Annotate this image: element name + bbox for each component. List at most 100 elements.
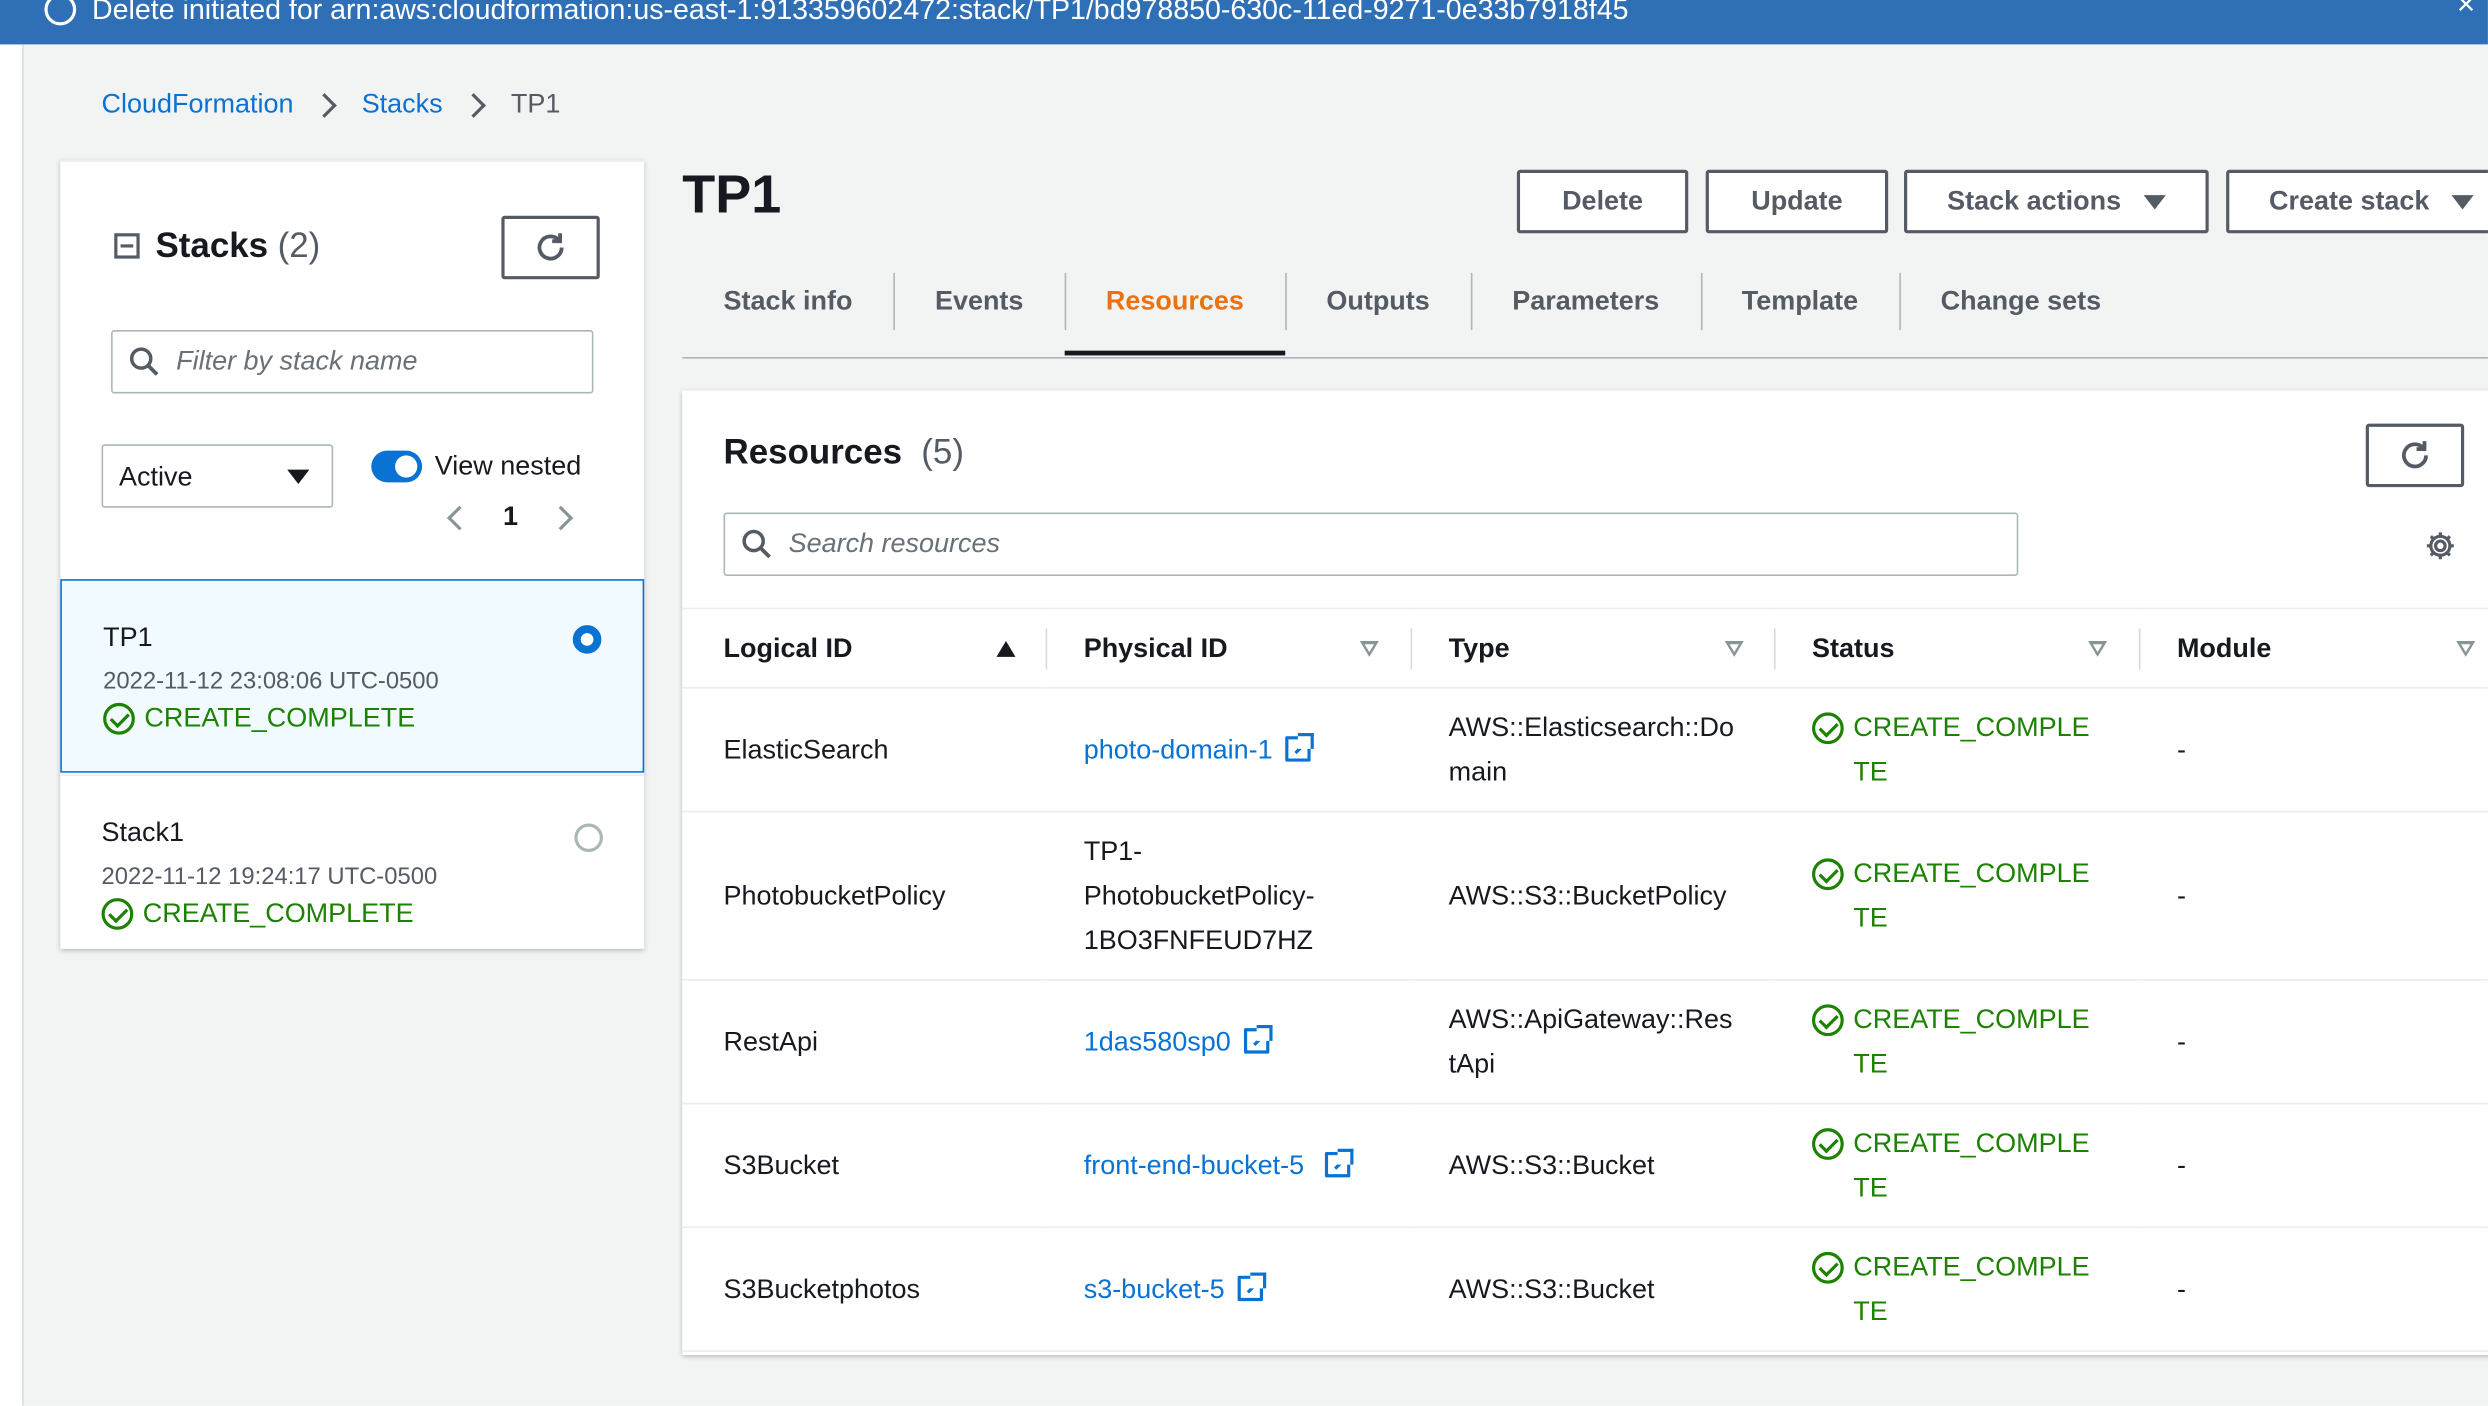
external-link-icon — [1237, 1271, 1266, 1301]
refresh-stacks-button[interactable] — [501, 215, 600, 280]
column-header-status[interactable]: Status — [1773, 607, 2139, 689]
column-divider — [1045, 628, 1048, 670]
physical-id-cell: 1das580sp0 — [1045, 979, 1411, 1105]
module-cell: - — [2138, 811, 2488, 981]
check-circle-icon — [1812, 857, 1844, 890]
gear-icon[interactable] — [2424, 530, 2456, 562]
column-label: Status — [1812, 632, 1895, 663]
caret-down-icon — [2451, 194, 2474, 209]
physical-id-link[interactable]: 1das580sp0 — [1084, 1024, 1272, 1056]
sort-icon[interactable] — [1724, 641, 1744, 657]
stack-list-item[interactable]: Stack1 2022-11-12 19:24:17 UTC-0500 CREA… — [60, 774, 645, 968]
type-cell: AWS::Elasticsearch::Domain — [1410, 687, 1774, 813]
flash-text: Delete initiated for arn:aws:cloudformat… — [92, 0, 1629, 26]
check-circle-icon — [1812, 1251, 1844, 1283]
column-divider — [1773, 628, 1776, 670]
physical-id-link[interactable]: s3-bucket-5 — [1084, 1271, 1266, 1303]
module-cell: - — [2138, 979, 2488, 1105]
refresh-resources-button[interactable] — [2365, 423, 2465, 488]
type-cell: AWS::S3::Bucket — [1410, 1103, 1774, 1229]
create-stack-button[interactable]: Create stack — [2226, 169, 2488, 234]
filter-stack-input[interactable]: Filter by stack name — [111, 330, 594, 394]
stack-created-date: 2022-11-12 23:08:06 UTC-0500 — [103, 668, 439, 695]
chevron-left-icon[interactable] — [447, 504, 472, 530]
column-divider — [1410, 628, 1413, 670]
view-nested-toggle[interactable] — [371, 450, 423, 483]
tab-events[interactable]: Events — [893, 267, 1065, 356]
stack-created-date: 2022-11-12 19:24:17 UTC-0500 — [101, 863, 438, 891]
tab-parameters[interactable]: Parameters — [1471, 267, 1700, 356]
external-link-icon — [1243, 1024, 1272, 1053]
column-header-type[interactable]: Type — [1410, 607, 1774, 689]
search-placeholder: Search resources — [788, 528, 1000, 559]
breadcrumb-cloudformation[interactable]: CloudFormation — [102, 89, 294, 121]
delete-button-label: Delete — [1562, 185, 1644, 216]
chevron-right-icon — [312, 92, 337, 118]
type-cell: AWS::ApiGateway::RestApi — [1410, 979, 1774, 1105]
close-icon[interactable]: × — [2457, 0, 2476, 24]
sort-icon[interactable] — [2088, 641, 2108, 657]
check-circle-icon — [1812, 1127, 1844, 1160]
logical-id-cell: ElasticSearch — [682, 687, 1046, 813]
caret-down-icon — [2143, 194, 2166, 209]
stacks-count: (2) — [277, 225, 321, 265]
physical-id-link[interactable]: photo-domain-1 — [1084, 732, 1314, 764]
stack-list-item[interactable]: TP1 2022-11-12 23:08:06 UTC-0500 CREATE_… — [60, 579, 645, 773]
update-button[interactable]: Update — [1705, 169, 1889, 234]
stack-status-text: CREATE_COMPLETE — [144, 702, 416, 734]
column-label: Logical ID — [723, 632, 853, 663]
collapse-icon[interactable] — [114, 233, 140, 259]
resources-title: Resources — [723, 431, 903, 472]
search-resources-input[interactable]: Search resources — [723, 512, 2019, 576]
tab-template[interactable]: Template — [1700, 267, 1899, 356]
resources-header: Resources (5) — [724, 432, 964, 473]
logical-id-cell: S3Bucket — [682, 1103, 1046, 1229]
chevron-right-icon — [461, 92, 486, 118]
stack-tabs: Stack info Events Resources Outputs Para… — [682, 267, 2488, 359]
chevron-right-icon[interactable] — [549, 504, 574, 530]
column-header-module[interactable]: Module — [2138, 607, 2488, 689]
logical-id-cell: PhotobucketPolicy — [682, 811, 1046, 981]
sort-ascending-icon[interactable] — [996, 641, 1016, 657]
column-divider — [2138, 628, 2141, 670]
status-cell: CREATE_COMPLETE — [1773, 687, 2139, 813]
stacks-panel-title: Stacks — [155, 225, 269, 265]
physical-id-cell: front-end-bucket-5 — [1045, 1103, 1411, 1229]
sort-icon[interactable] — [1359, 641, 1379, 657]
sort-icon[interactable] — [2456, 641, 2476, 657]
column-label: Type — [1448, 632, 1510, 663]
delete-button[interactable]: Delete — [1516, 169, 1689, 234]
tab-stack-info[interactable]: Stack info — [682, 267, 893, 356]
physical-id-cell: TP1-PhotobucketPolicy-1BO3FNFEUD7HZ — [1045, 811, 1411, 981]
stack-name: TP1 — [103, 621, 153, 653]
column-header-logical-id[interactable]: Logical ID — [682, 607, 1046, 689]
stack-radio-selected[interactable] — [572, 625, 602, 654]
filter-placeholder: Filter by stack name — [176, 345, 418, 377]
breadcrumb-current: TP1 — [510, 88, 561, 120]
table-row: ElasticSearch photo-domain-1 AWS::Elasti… — [682, 687, 2488, 813]
physical-id-cell: photo-domain-1 — [1045, 687, 1411, 813]
tab-outputs[interactable]: Outputs — [1285, 267, 1471, 356]
column-header-physical-id[interactable]: Physical ID — [1045, 607, 1411, 689]
tab-change-sets[interactable]: Change sets — [1899, 267, 2142, 356]
status-filter-select[interactable]: Active — [101, 444, 334, 508]
search-icon — [129, 347, 159, 376]
breadcrumb-stacks[interactable]: Stacks — [362, 89, 443, 121]
stacks-panel: Stacks (2) Filter by stack name Active V… — [60, 160, 645, 949]
stack-actions-button[interactable]: Stack actions — [1904, 169, 2209, 234]
stack-status: CREATE_COMPLETE — [103, 702, 642, 735]
check-circle-icon — [103, 702, 135, 735]
external-link-icon — [1324, 1147, 1353, 1177]
resources-table: Logical ID Physical ID Type Status Modul… — [682, 607, 2488, 1352]
stack-radio[interactable] — [574, 823, 603, 853]
tab-resources[interactable]: Resources — [1064, 267, 1286, 356]
physical-id-link[interactable]: front-end-bucket-5 — [1084, 1143, 1354, 1187]
table-row: RestApi 1das580sp0 AWS::ApiGateway::Rest… — [682, 979, 2488, 1105]
check-circle-icon — [1812, 1003, 1844, 1036]
page-number[interactable]: 1 — [503, 501, 518, 533]
breadcrumb: CloudFormation Stacks TP1 — [102, 89, 561, 121]
table-row: S3Bucket front-end-bucket-5 AWS::S3::Buc… — [682, 1103, 2488, 1229]
flash-notification: Delete initiated for arn:aws:cloudformat… — [0, 0, 2488, 45]
search-icon — [742, 529, 771, 559]
status-cell: CREATE_COMPLETE — [1773, 811, 2139, 981]
